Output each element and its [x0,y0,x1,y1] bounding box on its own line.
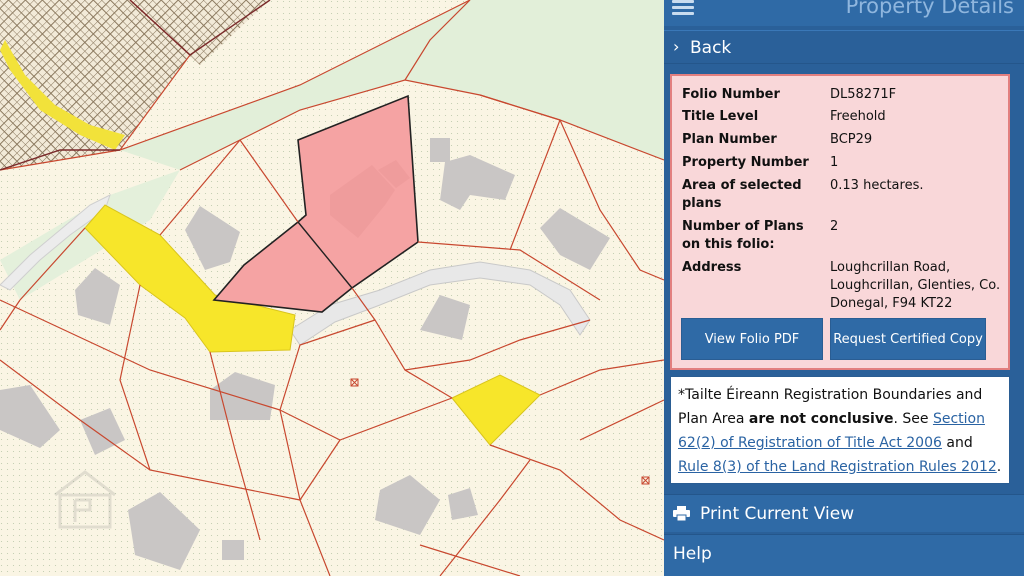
notice-text: . [996,459,1002,475]
notice-text: and [941,435,973,451]
detail-key: Area of selected plans [682,178,802,211]
detail-value: Loughcrillan Road, Loughcrillan, Glentie… [830,260,1001,311]
print-current-view-button[interactable]: Print Current View [664,494,1024,532]
back-label: Back [690,38,732,58]
detail-key: Number of Plans on this folio: [682,219,804,252]
detail-value: BCP29 [830,132,873,147]
detail-key: Plan Number [682,132,777,147]
back-button[interactable]: › Back [664,30,1024,64]
view-folio-pdf-button[interactable]: View Folio PDF [681,318,823,360]
notice-bold: are not conclusive [748,411,894,427]
notice-text: . See [893,411,933,427]
detail-value: 1 [830,155,839,170]
disclaimer-notice: *Tailte Éireann Registration Boundaries … [670,376,1010,484]
help-label: Help [673,544,712,564]
detail-value: 2 [830,219,839,234]
detail-value: 0.13 hectares. [830,178,924,193]
rule-8-link[interactable]: Rule 8(3) of the Land Registration Rules… [678,459,997,475]
panel-title: Property Details [845,0,1014,18]
detail-value: DL58271F [830,87,897,102]
panel-header: Property Details [664,0,1024,26]
detail-value: Freehold [830,109,886,124]
property-details-panel: Property Details › Back Folio Number DL5… [664,0,1024,576]
map-canvas[interactable] [0,0,664,576]
print-label: Print Current View [700,504,855,524]
request-certified-copy-button[interactable]: Request Certified Copy [830,318,986,360]
detail-key: Address [682,260,742,275]
hamburger-icon[interactable] [672,0,694,15]
chevron-left-icon: › [673,37,680,56]
property-details-card: Folio Number DL58271F Title Level Freeho… [670,74,1010,370]
detail-key: Title Level [682,109,759,124]
printer-icon [673,506,690,521]
detail-key: Property Number [682,155,809,170]
detail-key: Folio Number [682,87,780,102]
help-button[interactable]: Help [664,534,1024,576]
map-view[interactable] [0,0,664,576]
